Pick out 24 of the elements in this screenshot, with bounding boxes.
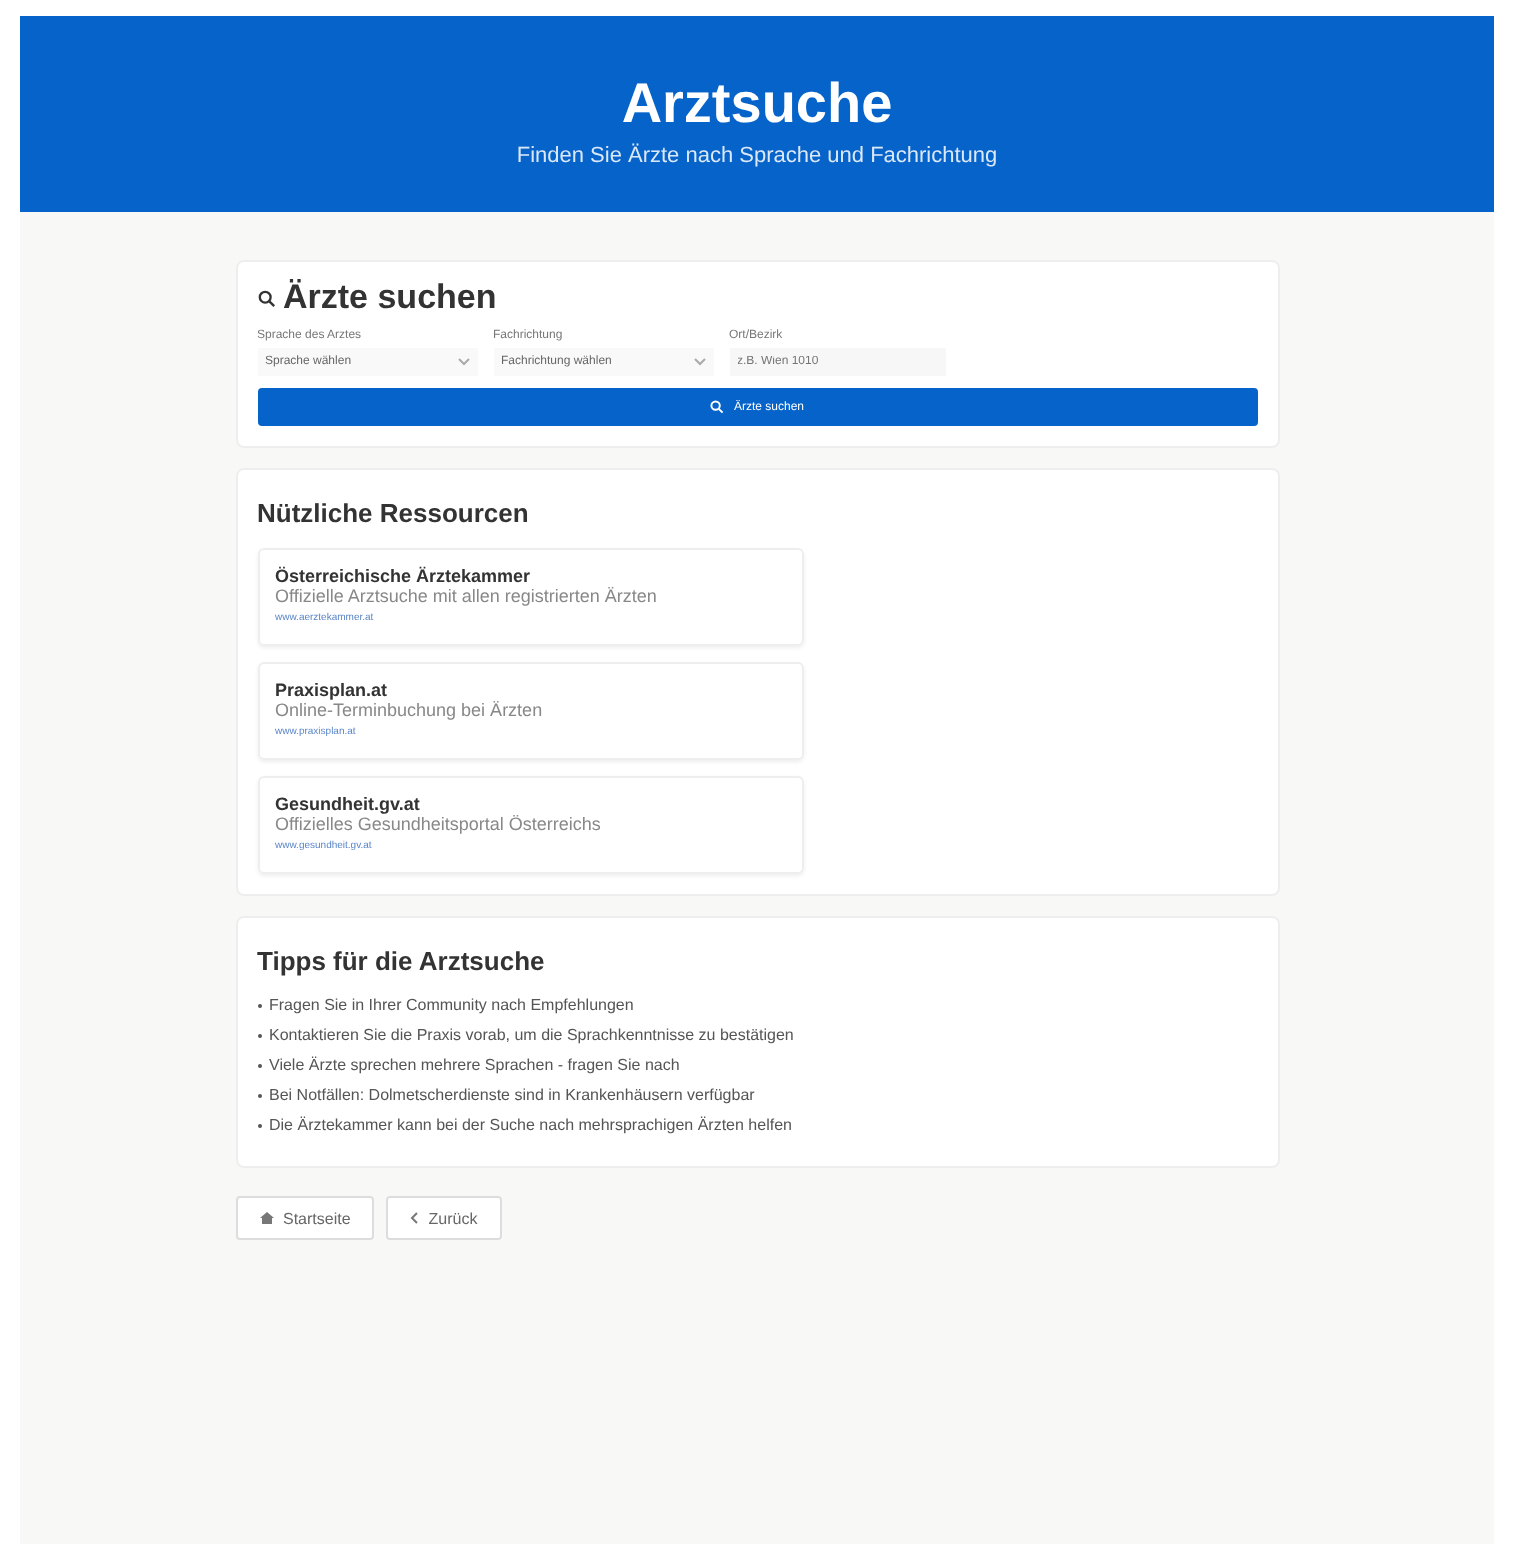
resource-description: Offizielle Arztsuche mit allen registrierten Ärzten xyxy=(275,586,659,606)
tip-text: Bei Notfällen: Dolmetscherdienste sind in Krankenhäusern verfügbar xyxy=(269,1086,755,1104)
section-title: Tipps für die Arztsuche xyxy=(257,946,547,976)
back-button[interactable]: Zurück xyxy=(386,1196,502,1240)
resource-name: Gesundheit.gv.at xyxy=(275,794,422,814)
resource-description: Offizielles Gesundheitsportal Österreichs xyxy=(275,814,603,834)
tip-text: Fragen Sie in Ihrer Community nach Empfehlungen xyxy=(269,996,634,1014)
page-subtitle: Finden Sie Ärzte nach Sprache und Fachrichtung xyxy=(514,144,1000,168)
section-title: Nützliche Ressourcen xyxy=(257,498,531,528)
tip-text: Kontaktieren Sie die Praxis vorab, um die Sprachkenntnisse zu bestätigen xyxy=(269,1026,794,1044)
tip-text: Viele Ärzte sprechen mehrere Sprachen - fragen Sie nach xyxy=(269,1056,680,1074)
chevron-left-icon xyxy=(410,1212,419,1224)
home-button[interactable]: Startseite xyxy=(235,1196,375,1240)
tip-text: Die Ärztekammer kann bei der Suche nach mehrsprachigen Ärzten helfen xyxy=(269,1116,792,1134)
chevron-icon xyxy=(457,358,469,366)
resource-name: Österreichische Ärztekammer xyxy=(275,566,533,586)
search-icon xyxy=(257,289,275,307)
search-icon xyxy=(709,400,724,414)
chevron-icon xyxy=(693,358,705,366)
resource-description: Online-Terminbuchung bei Ärzten xyxy=(275,700,545,720)
home-icon xyxy=(259,1212,273,1224)
resource-name: Praxisplan.at xyxy=(275,680,390,700)
page-title: Arztsuche xyxy=(619,72,895,136)
section-title: Ärzte suchen xyxy=(283,278,497,318)
